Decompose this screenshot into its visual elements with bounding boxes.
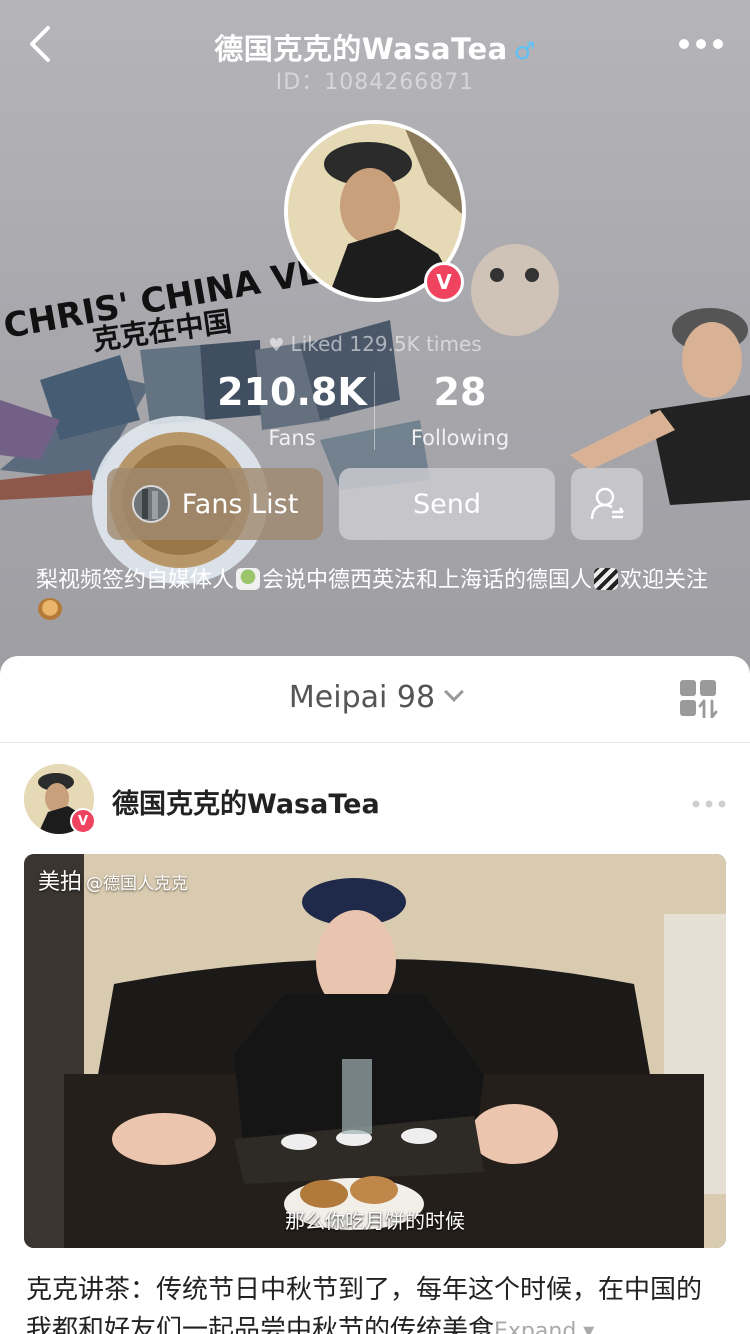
content-card: Meipai 98 V 德国克克的WasaTea 美拍 @德国人克克 那么你吃月… (0, 656, 750, 1334)
fans-list-button[interactable]: Fans List (107, 468, 323, 540)
video-subtitle: 那么你吃月饼的时候 (285, 1209, 465, 1233)
fans-list-thumbnail (131, 485, 170, 523)
monkey-icon (38, 598, 62, 620)
expand-link[interactable]: Expand ▾ (494, 1319, 594, 1334)
grid-sort-icon (680, 680, 718, 719)
liked-count: ♥ Liked 129.5K times (0, 332, 750, 356)
watermark-logo: 美拍 (38, 870, 83, 895)
fans-count: 210.8K (217, 370, 367, 414)
fans-list-label: Fans List (181, 488, 299, 520)
following-count: 28 (433, 370, 487, 414)
post-video[interactable]: 美拍 @德国人克克 那么你吃月饼的时候 (24, 854, 726, 1248)
send-label: Send (412, 488, 481, 520)
post-author-name[interactable]: 德国克克的WasaTea (112, 782, 380, 821)
chevron-down-icon (444, 682, 464, 702)
bio-text-2: 会说中德西英法和上海话的德国人 (262, 568, 593, 593)
heart-icon: ♥ (268, 335, 285, 356)
more-button[interactable] (678, 30, 724, 58)
meipai-tab[interactable]: Meipai 98 (0, 680, 750, 715)
profile-name: 德国克克的WasaTea (214, 32, 508, 66)
tea-cup-icon (236, 568, 261, 590)
post-more-button[interactable] (692, 794, 726, 808)
meipai-tab-label: Meipai 98 (288, 680, 436, 715)
bio-text-3: 欢迎关注 (620, 568, 709, 593)
watermark-handle: @德国人克克 (86, 874, 189, 894)
profile-id: ID：1084266871 (275, 70, 475, 95)
fans-label: Fans (268, 426, 316, 450)
tab-divider (0, 742, 750, 743)
post-caption: 克克讲茶：传统节日中秋节到了，每年这个时候，在中国的我都和好友们一起品尝中秋节的… (26, 1270, 726, 1334)
fans-stat[interactable]: 210.8K Fans (212, 370, 372, 450)
profile-header: CHRIS' CHINA VLOG 克克在中国 德国克克的WasaTea ♂ ID… (0, 0, 750, 700)
video-watermark: 美拍 @德国人克克 (38, 864, 188, 896)
send-message-button[interactable]: Send (339, 468, 555, 540)
layout-toggle-button[interactable] (680, 680, 718, 719)
follow-status-button[interactable] (571, 468, 643, 540)
video-frame (24, 854, 726, 1248)
liked-text: Liked 129.5K times (290, 332, 482, 356)
caption-text: 克克讲茶：传统节日中秋节到了，每年这个时候，在中国的我都和好友们一起品尝中秋节的… (26, 1275, 703, 1334)
clapperboard-icon (594, 568, 619, 590)
profile-title: 德国克克的WasaTea ♂ (0, 26, 750, 68)
more-dots-icon (679, 39, 723, 49)
post-verified-badge-icon: V (70, 808, 96, 834)
more-dots-icon (692, 800, 726, 808)
following-label: Following (410, 426, 510, 450)
bio-text-1: 梨视频签约自媒体人 (36, 568, 235, 593)
profile-bio: 梨视频签约自媒体人 会说中德西英法和上海话的德国人 欢迎关注 (36, 566, 726, 626)
following-stat[interactable]: 28 Following (390, 370, 530, 450)
add-friend-icon (590, 487, 624, 520)
stats-divider (374, 372, 375, 450)
gender-male-icon: ♂ (513, 37, 536, 65)
verified-badge-icon: V (424, 262, 464, 302)
post-header: V 德国克克的WasaTea (0, 756, 750, 840)
